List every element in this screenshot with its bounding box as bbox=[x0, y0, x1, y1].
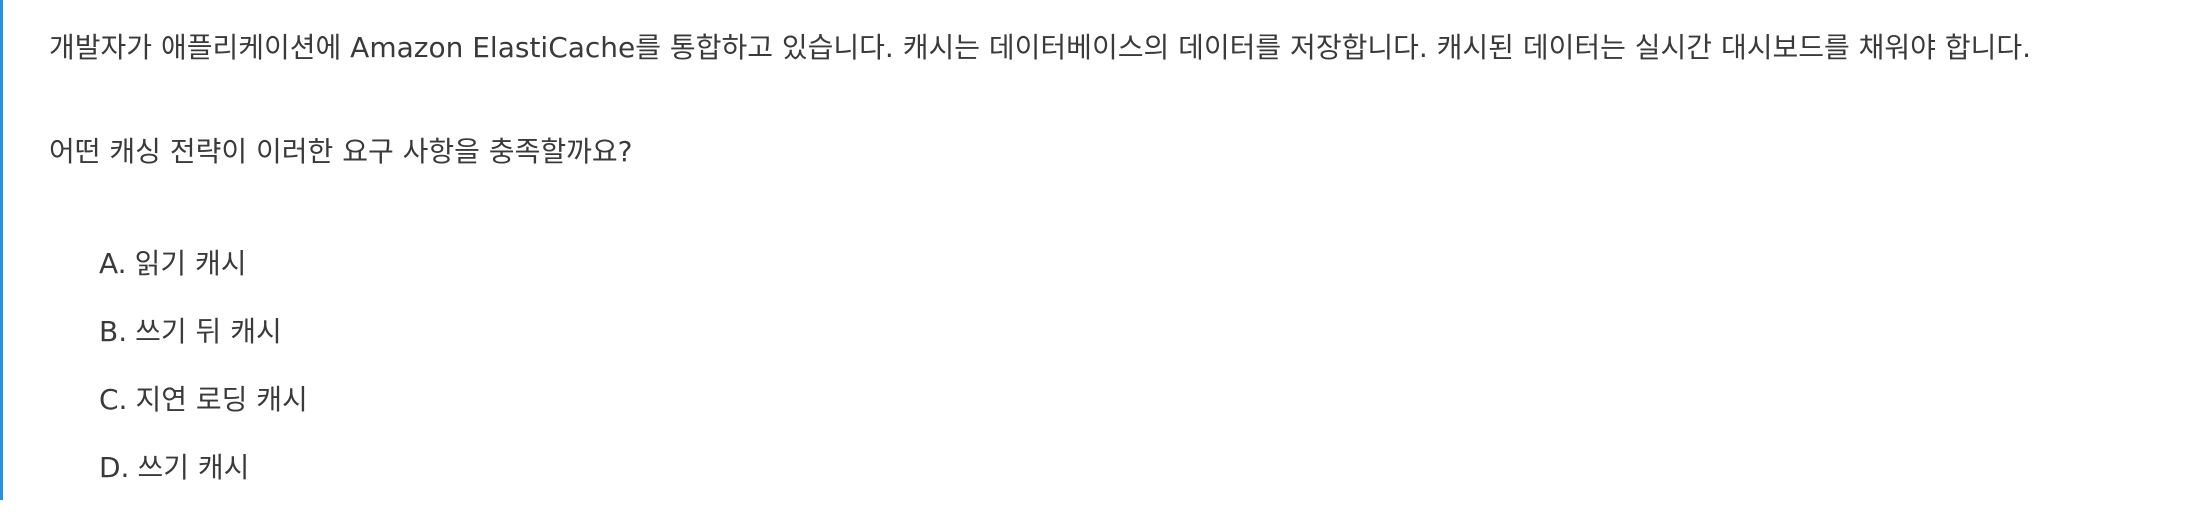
question-text: 개발자가 애플리케이션에 Amazon ElastiCache를 통합하고 있습… bbox=[49, 31, 2032, 64]
option-label: 쓰기 캐시 bbox=[137, 451, 250, 484]
question-prompt: 어떤 캐싱 전략이 이러한 요구 사항을 충족할까요? bbox=[49, 135, 633, 168]
answer-options: A. 읽기 캐시 B. 쓰기 뒤 캐시 C. 지연 로딩 캐시 D. 쓰기 캐시 bbox=[99, 244, 308, 516]
option-letter: B. bbox=[99, 315, 128, 348]
option-label: 지연 로딩 캐시 bbox=[135, 383, 308, 416]
option-letter: A. bbox=[99, 247, 127, 280]
option-letter: C. bbox=[99, 383, 128, 416]
option-letter: D. bbox=[99, 451, 130, 484]
option-label: 읽기 캐시 bbox=[134, 247, 247, 280]
option-d[interactable]: D. 쓰기 캐시 bbox=[99, 448, 308, 488]
question-card: 개발자가 애플리케이션에 Amazon ElastiCache를 통합하고 있습… bbox=[0, 0, 2208, 500]
option-b[interactable]: B. 쓰기 뒤 캐시 bbox=[99, 312, 308, 352]
option-c[interactable]: C. 지연 로딩 캐시 bbox=[99, 380, 308, 420]
option-label: 쓰기 뒤 캐시 bbox=[135, 315, 282, 348]
option-a[interactable]: A. 읽기 캐시 bbox=[99, 244, 308, 284]
